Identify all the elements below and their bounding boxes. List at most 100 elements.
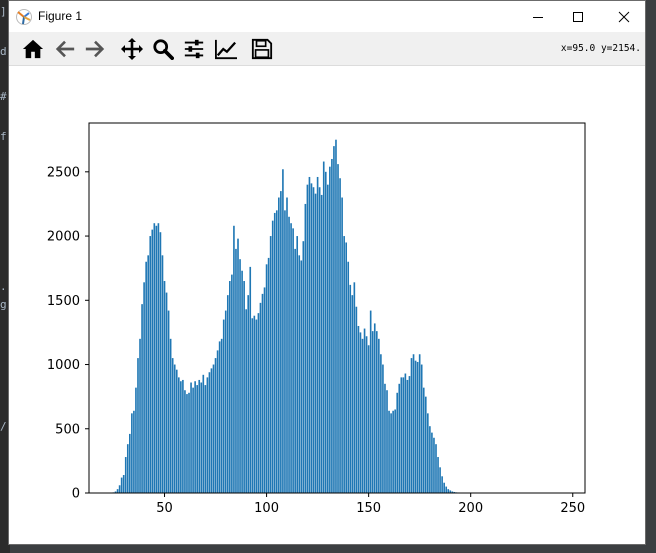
histogram-bar — [351, 295, 354, 493]
histogram-bar — [263, 287, 266, 493]
histogram-bar — [259, 302, 262, 493]
histogram-bar — [337, 164, 339, 494]
histogram-bar — [308, 176, 311, 493]
histogram-bar — [388, 410, 390, 493]
back-button[interactable] — [51, 36, 79, 62]
histogram-bar — [175, 369, 178, 493]
histogram-bar — [427, 413, 429, 493]
histogram-bar — [314, 193, 317, 493]
edit-axis-button[interactable] — [212, 36, 240, 62]
histogram-bar — [233, 225, 235, 493]
histogram-bar — [422, 387, 425, 493]
histogram-bar — [402, 377, 405, 494]
histogram-bar — [143, 282, 145, 493]
histogram-bar — [173, 364, 176, 493]
histogram-bar — [318, 187, 321, 493]
histogram-bar — [447, 489, 450, 493]
histogram-chart: 50 100 150 200 25005001000150020002500 — [47, 122, 586, 516]
maximize-icon — [573, 11, 583, 22]
histogram-bar — [149, 236, 152, 493]
histogram-bar — [271, 220, 274, 493]
y-tick-label: 2000 — [47, 230, 80, 245]
histogram-bar — [249, 266, 252, 493]
histogram-bar — [435, 444, 437, 493]
histogram-bar — [171, 358, 174, 493]
home-button[interactable] — [19, 36, 47, 62]
matplotlib-app-icon — [16, 9, 32, 25]
histogram-bar — [437, 457, 439, 493]
histogram-bar — [147, 255, 150, 493]
histogram-bar — [369, 310, 372, 493]
histogram-bar — [345, 242, 347, 493]
histogram-bar — [118, 485, 121, 493]
pan-button[interactable] — [118, 36, 146, 62]
histogram-bar — [286, 197, 288, 493]
histogram-bar — [159, 232, 162, 493]
histogram-bar — [177, 377, 180, 494]
histogram-bar — [235, 248, 237, 493]
figure-canvas[interactable]: 50 100 150 200 250 0 500 1000 1500 2000 2500 — [9, 66, 645, 544]
histogram-bar — [116, 489, 119, 493]
histogram-bar — [255, 319, 258, 493]
window-title: Figure 1 — [38, 9, 83, 23]
histogram-bar — [163, 281, 166, 493]
maximize-button[interactable] — [555, 1, 601, 32]
histogram-bar — [155, 225, 158, 493]
histogram-bar — [124, 457, 127, 493]
histogram-bar — [416, 361, 419, 493]
histogram-bar — [441, 476, 443, 493]
histogram-bar — [300, 260, 303, 493]
histogram-bar — [347, 261, 350, 493]
save-button[interactable] — [248, 36, 276, 62]
histogram-bar — [406, 379, 409, 493]
histogram-bar — [322, 161, 325, 493]
histogram-bar — [296, 236, 299, 493]
histogram-bar — [396, 392, 399, 493]
y-tick-label: 0 — [72, 487, 80, 502]
zoom-button[interactable] — [149, 36, 177, 62]
histogram-bar — [324, 171, 327, 493]
histogram-bar — [433, 437, 435, 493]
histogram-bar — [204, 385, 207, 493]
histogram-bar — [186, 394, 188, 493]
histogram-bar — [214, 358, 217, 493]
histogram-bar — [275, 210, 278, 494]
line-chart-icon — [215, 39, 237, 60]
axes-frame — [88, 122, 586, 494]
close-button[interactable] — [601, 1, 647, 32]
histogram-bar — [257, 313, 260, 493]
histogram-bar — [327, 184, 329, 494]
histogram-bar — [206, 377, 209, 494]
histogram-bar — [386, 390, 388, 493]
histogram-bar — [280, 191, 282, 493]
histogram-bar — [359, 332, 362, 493]
histogram-bar — [398, 383, 401, 493]
histogram-bar — [196, 385, 198, 493]
histogram-bar — [355, 306, 358, 493]
sliders-icon — [184, 39, 204, 59]
histogram-bar — [424, 396, 427, 493]
histogram-bar — [161, 255, 164, 493]
histogram-bar — [247, 295, 250, 493]
close-icon — [618, 11, 630, 22]
histogram-bar — [357, 325, 360, 493]
histogram-bar — [320, 194, 323, 493]
title-bar[interactable]: Figure 1 — [9, 1, 645, 32]
y-tick-label: 2500 — [47, 165, 80, 180]
histogram-bar — [414, 360, 417, 493]
histogram-bar — [294, 248, 296, 493]
histogram-bar — [329, 166, 331, 493]
histogram-bar — [245, 309, 247, 493]
histogram-bar — [367, 345, 370, 493]
histogram-bar — [365, 336, 368, 493]
forward-button[interactable] — [81, 36, 109, 62]
histogram-bar — [269, 236, 272, 493]
histogram-bar — [392, 410, 394, 493]
histogram-bar — [278, 197, 280, 493]
histogram-bar — [192, 387, 194, 493]
histogram-bar — [335, 139, 337, 493]
histogram-bar — [302, 241, 305, 493]
configure-subplots-button[interactable] — [180, 36, 208, 62]
histogram-bar — [349, 284, 352, 494]
histogram-bar — [312, 187, 315, 493]
